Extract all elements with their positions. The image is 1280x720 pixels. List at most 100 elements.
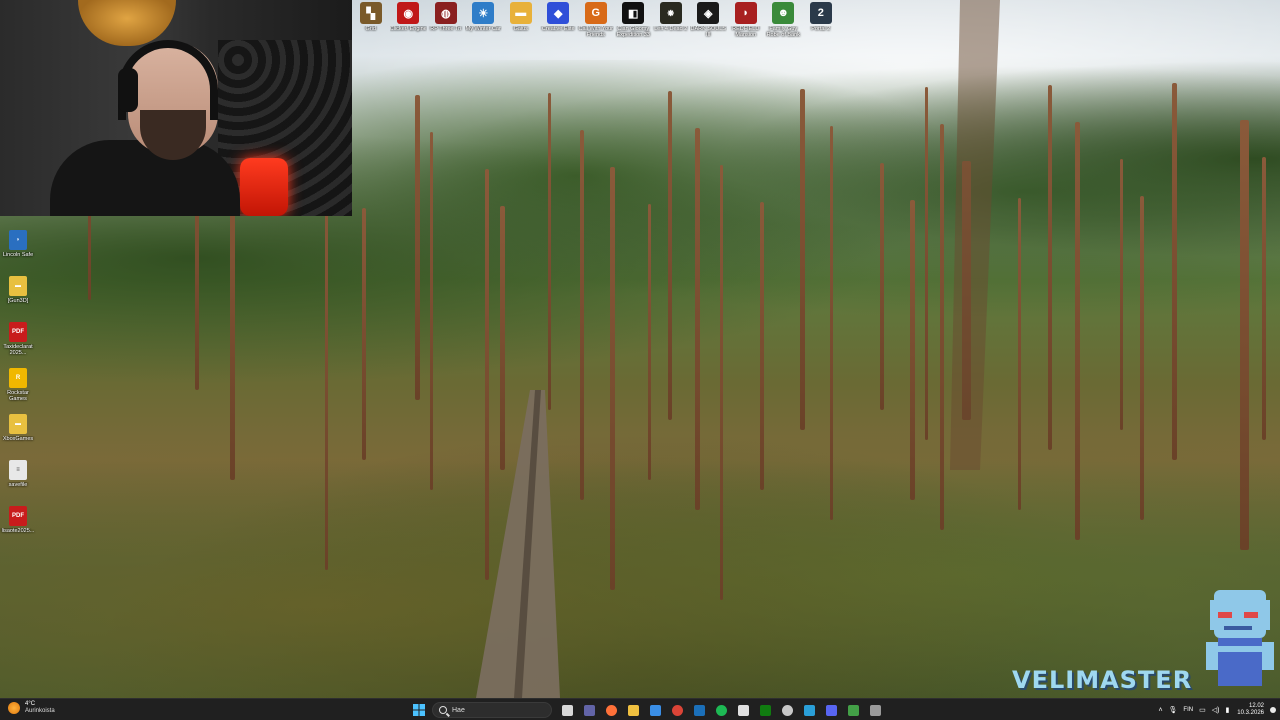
shortcut-label: DARK SOULS III [690,26,726,38]
shortcut-icon: PDF [9,506,27,526]
epic-icon [737,704,749,716]
desktop-shortcut[interactable]: ▚ Grid [352,2,390,44]
weather-widget[interactable]: 4°C Aurinkoista [8,701,55,715]
shortcut-label: My Winter Car [465,26,501,32]
desktop-shortcut[interactable]: ▬ XboxGames [0,414,36,460]
desktop-shortcut[interactable]: ☻ Family Guy Robe of Bank [765,2,803,44]
taskbar-app-snipping[interactable] [798,701,820,719]
desktop-shortcut[interactable]: 2 Portal 2 [802,2,840,44]
taskbar-app-xbox[interactable] [754,701,776,719]
shortcut-icon: ◆ [547,2,570,24]
steam-icon [693,704,705,716]
desktop-shortcut[interactable]: ⁕ Left 4 Dead 2 [652,2,690,44]
desktop-left-icons: ◗ Lincoln Safe ▬ [Gun3D] PDF Taxideclarat 202… [0,230,36,552]
taskbar-app-steam[interactable] [688,701,710,719]
taskbar-app-game-bar[interactable] [842,701,864,719]
shortcut-icon: ◍ [434,2,457,24]
shortcut-label: Gaius [513,26,528,32]
shortcut-label: Rockstar Games [7,390,29,402]
taskbar-app-discord[interactable] [820,701,842,719]
teams-icon [583,704,595,716]
shortcut-label: Call With Your Friends [578,26,614,38]
shortcut-icon: 2 [809,2,832,24]
red-speaker [240,158,288,216]
taskbar-app-spotify[interactable] [710,701,732,719]
shortcut-icon: ☻ [772,2,795,24]
shortcut-icon: ⁕ [659,2,682,24]
headphone-earcup [118,68,138,112]
shortcut-icon: ◈ [697,2,720,24]
obs-icon [781,704,793,716]
shortcut-label: XboxGames [2,436,34,442]
pinned-apps [556,701,886,719]
shortcut-icon: ◗ [9,230,27,250]
taskbar-app-calculator[interactable] [864,701,886,719]
shortcut-label: Lincoln Safe [2,252,34,258]
desktop-shortcut[interactable]: ◈ DARK SOULS III [690,2,728,44]
desktop-shortcut[interactable]: ◍ RP Three Tri [427,2,465,44]
shortcut-icon: ≡ [9,460,27,480]
store-icon [649,704,661,716]
webcam-overlay [0,0,352,216]
network-icon[interactable]: ▭ [1199,706,1206,714]
firefox-icon [605,704,617,716]
shortcut-icon: ▬ [9,276,27,296]
desktop-shortcut[interactable]: ◉ Clicker/ Engine [390,2,428,44]
desktop-shortcut[interactable]: ▬ Gaius [502,2,540,44]
velimaster-watermark: VELIMASTER [1012,666,1193,694]
sun-icon [8,702,20,714]
desktop-shortcut[interactable]: R Rockstar Games [0,368,36,414]
shortcut-label: [Gun3D] [7,298,29,304]
desktop-shortcut[interactable]: ◧ Clan Gloomy Expedition 33 [615,2,653,44]
shortcut-label: Left 4 Dead 2 [654,26,688,32]
taskbar-app-firefox[interactable] [600,701,622,719]
desktop-shortcut[interactable]: PDF lisaote2025... [0,506,36,552]
taskbar-app-epic[interactable] [732,701,754,719]
desktop-shortcut[interactable]: G Call With Your Friends [577,2,615,44]
weather-description: Aurinkoista [25,708,55,714]
taskbar-app-store[interactable] [644,701,666,719]
desktop-shortcut[interactable]: ◗ REDFIELD Mansion [727,2,765,44]
shortcut-label: Family Guy Robe of Bank [766,26,800,38]
shortcut-label: Clicker/ Engine [389,26,427,32]
system-tray: ˄ 🎙 FIN ▭ ◁) ▮ 12.02 10.3.2026 [1152,701,1276,719]
taskbar-app-task-view[interactable] [556,701,578,719]
desktop-shortcut[interactable]: PDF Taxideclarat 2025... [0,322,36,368]
discord-icon [825,704,837,716]
clock-time: 12.02 [1248,703,1264,709]
shortcut-label: Clan Gloomy Expedition 33 [616,26,650,38]
taskbar-app-obs[interactable] [776,701,798,719]
taskbar: 4°C Aurinkoista Hae ˄ 🎙 FIN ▭ ◁) ▮ 12.02… [0,698,1280,720]
taskbar-app-file-explorer[interactable] [622,701,644,719]
microphone-icon[interactable]: 🎙 [1169,706,1178,714]
chrome-active-icon [671,704,683,716]
shortcut-label: Grid [365,26,376,32]
mascot-icon [1206,590,1274,686]
shortcut-icon: ▚ [359,2,382,24]
shortcut-icon: ◗ [734,2,757,24]
windows-icon [413,704,425,716]
desktop-shortcut[interactable]: ◆ Creative Elite [540,2,578,44]
shortcut-icon: ◉ [397,2,420,24]
desktop-shortcut[interactable]: ◗ Lincoln Safe [0,230,36,276]
taskbar-center: Hae [410,701,886,719]
desktop-shortcut[interactable]: ▬ [Gun3D] [0,276,36,322]
taskbar-app-chrome-active[interactable] [666,701,688,719]
desktop-shortcut[interactable]: ☀ My Winter Car [465,2,503,44]
volume-icon[interactable]: ◁) [1212,706,1220,714]
game-bar-icon [847,704,859,716]
shortcut-label: Taxideclarat 2025... [3,344,33,356]
shortcut-icon: PDF [9,322,27,342]
calculator-icon [869,704,881,716]
chevron-up-icon[interactable]: ˄ [1158,707,1162,714]
desktop-shortcut[interactable]: ≡ savefile [0,460,36,506]
task-view-icon [561,704,573,716]
taskbar-app-teams[interactable] [578,701,600,719]
shortcut-icon: ☀ [472,2,495,24]
notification-icon[interactable] [1270,707,1276,713]
clock[interactable]: 12.02 10.3.2026 [1237,703,1264,717]
battery-icon[interactable]: ▮ [1225,706,1229,714]
taskbar-search[interactable]: Hae [432,702,552,718]
start-button[interactable] [410,701,428,719]
keyboard-language[interactable]: FIN [1183,707,1193,713]
